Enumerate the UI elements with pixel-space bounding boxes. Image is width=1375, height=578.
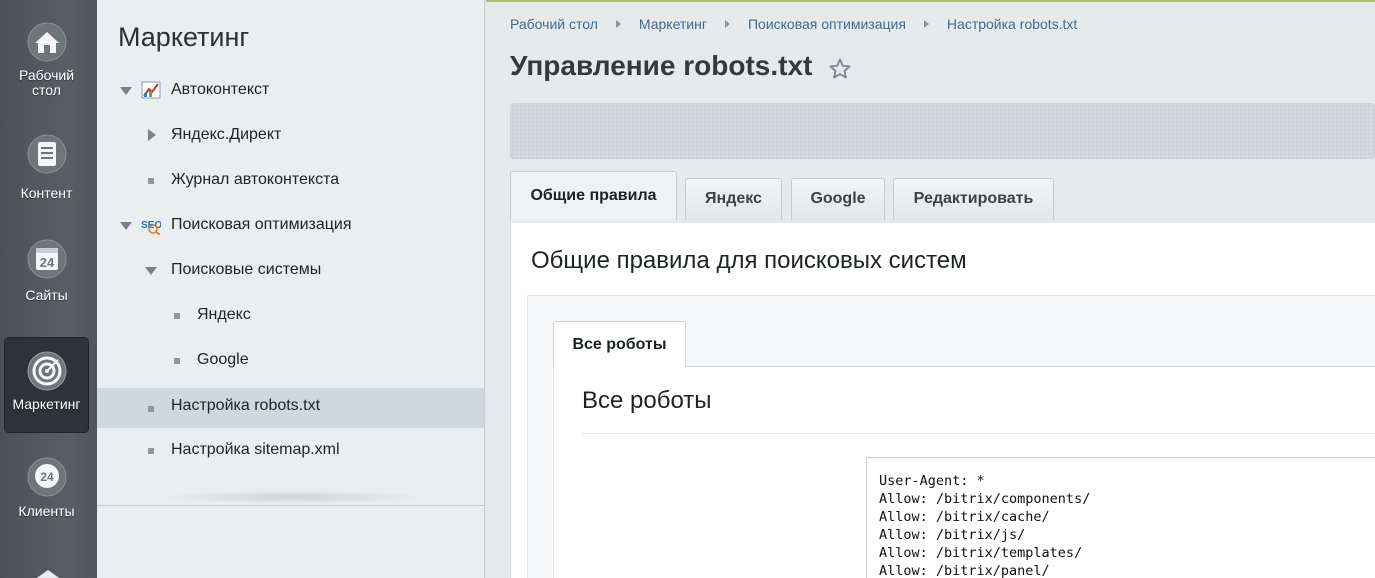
section-menu: Маркетинг Автоконтекст Яндекс.Директ Жур… <box>97 0 485 578</box>
bullet-icon <box>148 448 154 454</box>
rail-item-content[interactable]: Контент <box>4 120 89 216</box>
main-content: Рабочий стол Маркетинг Поисковая оптимизац… <box>486 0 1375 578</box>
home-icon <box>27 22 67 62</box>
rail-label-marketing: Маркетинг <box>12 396 81 412</box>
rail-item-marketing[interactable]: Маркетинг <box>4 337 89 433</box>
document-icon <box>27 134 67 174</box>
rail-label-content: Контент <box>20 185 73 201</box>
breadcrumb-arrow-icon <box>615 20 621 28</box>
bullet-icon <box>174 313 180 319</box>
rail-item-desktop[interactable]: Рабочий стол <box>4 8 89 104</box>
menu-item-label: Поисковая оптимизация <box>171 216 352 233</box>
svg-text:24: 24 <box>40 470 54 484</box>
menu-item-seo[interactable]: SEO Поисковая оптимизация <box>97 205 484 245</box>
menu-item-label: Яндекс <box>197 306 251 323</box>
all-robots-panel: Все роботы User-Agent: * Allow: /bitrix/… <box>553 366 1375 578</box>
tab-general-rules[interactable]: Общие правила <box>510 171 677 221</box>
bullet-icon <box>148 178 154 184</box>
tab-content-panel: Общие правила для поисковых систем Все р… <box>510 220 1375 578</box>
menu-item-yandex[interactable]: Яндекс <box>97 295 484 335</box>
menu-item-label: Поисковые системы <box>171 261 322 278</box>
breadcrumb: Рабочий стол Маркетинг Поисковая оптимизац… <box>510 16 1077 32</box>
rail-item-clients[interactable]: 24 Клиенты <box>4 443 89 539</box>
rules-panel: Все роботы Все роботы User-Agent: * Allo… <box>527 295 1375 578</box>
breadcrumb-arrow-icon <box>923 20 929 28</box>
breadcrumb-marketing[interactable]: Маркетинг <box>639 16 707 32</box>
menu-item-sitemap-settings[interactable]: Настройка sitemap.xml <box>97 430 484 470</box>
robots-txt-code: User-Agent: * Allow: /bitrix/components/… <box>879 473 1091 578</box>
calendar-24-icon: 24 <box>27 239 67 279</box>
breadcrumb-robots[interactable]: Настройка robots.txt <box>947 16 1077 32</box>
menu-divider <box>97 505 484 506</box>
breadcrumb-arrow-icon <box>724 20 730 28</box>
menu-item-label: Google <box>197 351 249 368</box>
menu-shadow <box>157 490 427 504</box>
rail-label-sites: Сайты <box>25 287 68 303</box>
expand-arrow-icon[interactable] <box>120 87 132 95</box>
bullet-icon <box>174 358 180 364</box>
bubble-24-icon: 24 <box>27 457 67 497</box>
chart-icon <box>141 81 161 99</box>
favorite-star-icon[interactable] <box>828 57 852 81</box>
rail-item-sites[interactable]: 24 Сайты <box>4 225 89 321</box>
menu-item-label: Журнал автоконтекста <box>171 171 340 188</box>
menu-item-label: Автоконтекст <box>171 81 270 98</box>
menu-item-autocontext[interactable]: Автоконтекст <box>97 70 484 110</box>
target-icon <box>27 351 67 391</box>
page-title: Управление robots.txt <box>510 50 813 81</box>
expand-arrow-icon[interactable] <box>120 222 132 230</box>
robots-section-title: Все роботы <box>582 387 712 414</box>
menu-item-autocontext-log[interactable]: Журнал автоконтекста <box>97 160 484 200</box>
tab-edit[interactable]: Редактировать <box>893 178 1054 220</box>
seo-icon: SEO <box>141 220 161 235</box>
robots-txt-preview[interactable]: User-Agent: * Allow: /bitrix/components/… <box>866 457 1375 578</box>
bullet-icon <box>148 406 154 412</box>
menu-item-label: Настройка robots.txt <box>171 397 321 414</box>
more-icon[interactable] <box>30 566 66 578</box>
rail-label-clients: Клиенты <box>18 503 75 519</box>
main-navigation-rail: Рабочий стол Контент 24 Сайты Маркетинг <box>0 0 97 578</box>
menu-item-search-engines[interactable]: Поисковые системы <box>97 250 484 290</box>
menu-item-google[interactable]: Google <box>97 340 484 380</box>
breadcrumb-seo[interactable]: Поисковая оптимизация <box>748 16 906 32</box>
section-title: Общие правила для поисковых систем <box>531 247 967 274</box>
section-divider <box>582 433 1375 434</box>
tab-yandex[interactable]: Яндекс <box>685 178 782 220</box>
menu-title: Маркетинг <box>118 22 250 52</box>
menu-item-robots-settings[interactable]: Настройка robots.txt <box>97 388 484 428</box>
svg-text:24: 24 <box>40 255 55 270</box>
rail-label-desktop: Рабочий стол <box>18 67 75 98</box>
menu-item-label: Настройка sitemap.xml <box>171 441 340 458</box>
breadcrumb-desktop[interactable]: Рабочий стол <box>510 16 598 32</box>
menu-item-label: Яндекс.Директ <box>171 126 282 143</box>
top-accent-line <box>486 0 1375 2</box>
tab-google[interactable]: Google <box>791 178 885 220</box>
menu-item-yandex-direct[interactable]: Яндекс.Директ <box>97 115 484 155</box>
tab-all-robots[interactable]: Все роботы <box>553 321 686 367</box>
expand-arrow-icon[interactable] <box>145 267 157 275</box>
expand-arrow-icon[interactable] <box>148 129 156 141</box>
toolbar-panel <box>510 103 1375 159</box>
